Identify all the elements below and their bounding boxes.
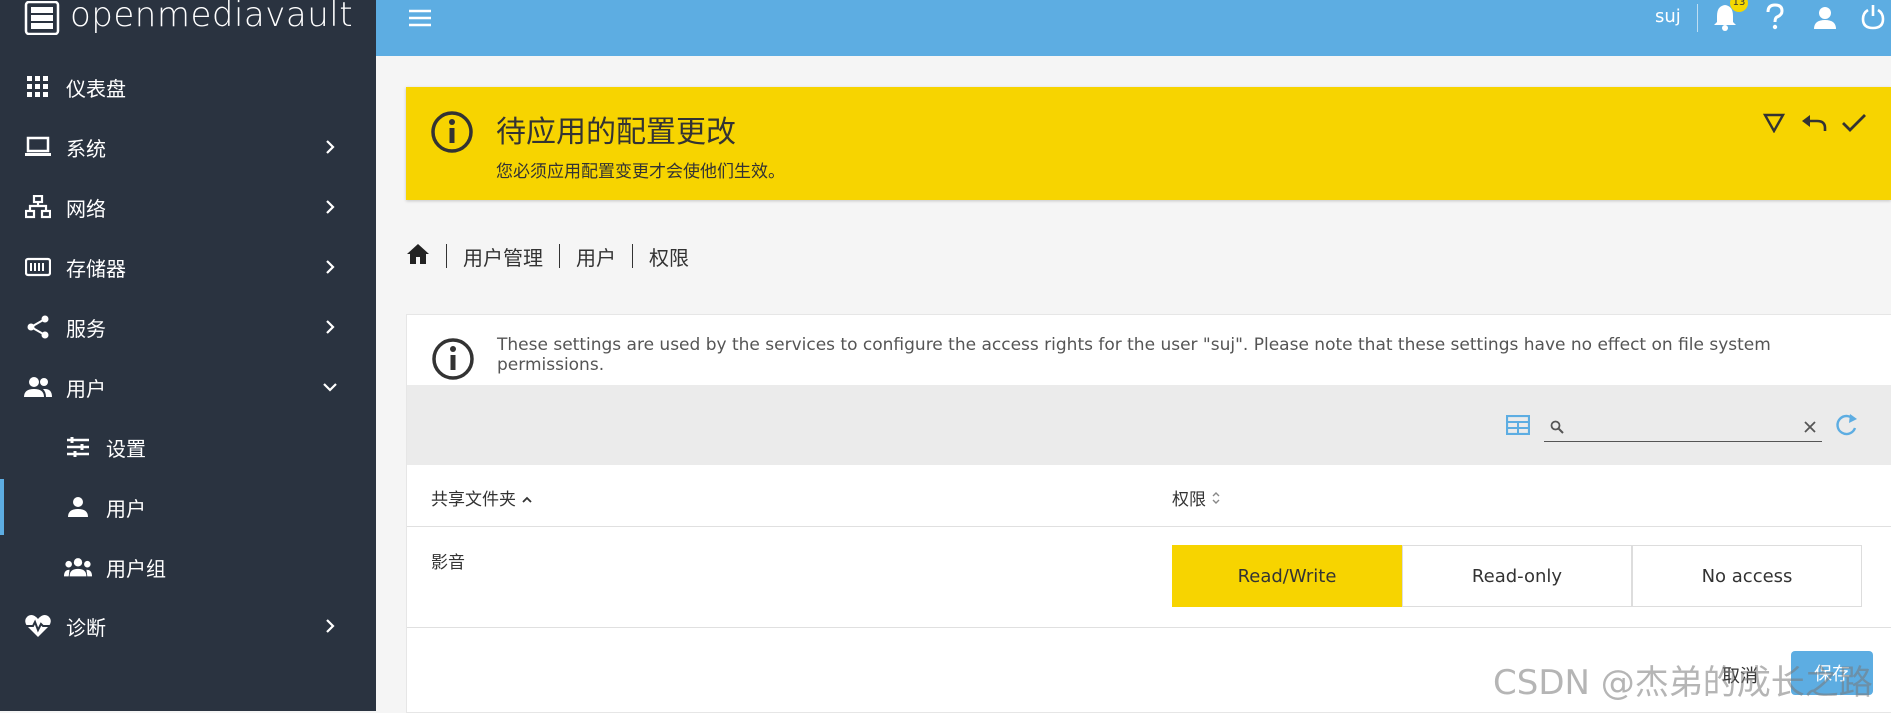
watermark: CSDN @杰弟的成长之路 [1493,663,1873,703]
chevron-down-icon [322,379,338,395]
user-icon [64,493,92,521]
permission-no-access[interactable]: No access [1632,545,1862,607]
divider [407,526,1891,527]
sidebar-item-label: 网络 [66,196,106,221]
tune-icon [64,433,92,461]
sidebar-item-label: 诊断 [66,615,106,640]
breadcrumb-separator [446,244,447,268]
sort-icon [1211,490,1221,510]
divider [407,627,1891,628]
server-icon [24,1,60,35]
dashboard-icon [24,73,52,101]
pending-changes-banner: 待应用的配置更改 您必须应用配置变更才会使他们生效。 [406,87,1891,200]
heartbeat-icon [24,612,52,640]
sidebar-item-storage[interactable]: 存储器 [0,239,376,295]
folder-name: 影音 [431,553,465,573]
sidebar-item-label: 用户 [106,496,146,521]
logo-text: openmediavault [70,0,354,35]
sidebar-item-label: 存储器 [66,256,126,281]
menu-icon[interactable] [406,4,434,32]
sidebar-item-system[interactable]: 系统 [0,119,376,175]
group-icon [64,553,92,581]
sidebar-item-label: 服务 [66,316,106,341]
sidebar-item-label: 设置 [106,436,146,461]
chevron-right-icon [322,319,338,335]
column-header-label: 共享文件夹 [431,490,516,510]
sidebar-item-services[interactable]: 服务 [0,299,376,355]
refresh-icon[interactable] [1833,413,1859,441]
users-icon [24,373,52,401]
breadcrumb-separator [632,244,633,268]
table-view-icon[interactable] [1505,414,1531,439]
sidebar-item-label: 系统 [66,136,106,161]
banner-title: 待应用的配置更改 [496,115,736,150]
breadcrumb-separator [559,244,560,268]
sidebar-item-dashboard[interactable]: 仪表盘 [0,59,376,115]
sidebar-item-label: 仪表盘 [66,76,126,101]
sidebar-item-label: 用户 [66,376,106,401]
undo-icon[interactable] [1800,109,1828,137]
sidebar-item-diagnostics[interactable]: 诊断 [0,598,376,654]
permission-read-write[interactable]: Read/Write [1172,545,1402,607]
share-icon [24,313,52,341]
sidebar: openmediavault 仪表盘 系统 网络 存储器 服务 用户 设置 用户… [0,0,376,711]
sidebar-item-settings[interactable]: 设置 [0,419,376,475]
chevron-right-icon [322,618,338,634]
breadcrumb: 用户管理 用户 权限 [406,241,689,271]
breadcrumb-item[interactable]: 用户管理 [463,242,543,271]
sidebar-item-groups[interactable]: 用户组 [0,539,376,595]
table-toolbar [407,385,1891,465]
permissions-card: These settings are used by the services … [406,314,1891,713]
sort-asc-icon [521,490,533,510]
info-icon [431,337,475,385]
breadcrumb-item[interactable]: 用户 [576,242,616,271]
column-header-shared-folder[interactable]: 共享文件夹 [431,485,533,510]
permission-read-only[interactable]: Read-only [1402,545,1632,607]
chevron-right-icon [322,259,338,275]
info-icon [430,110,474,158]
search-input[interactable] [1544,419,1822,442]
network-icon [24,193,52,221]
chevron-right-icon [322,199,338,215]
storage-icon [24,253,52,281]
sidebar-item-user[interactable]: 用户 [0,479,380,535]
clear-icon[interactable] [1804,418,1816,437]
column-header-permission[interactable]: 权限 [1172,485,1221,510]
chevron-right-icon [322,139,338,155]
username[interactable]: suj [1655,6,1681,27]
logo[interactable]: openmediavault [24,0,353,36]
filter-icon[interactable] [1760,109,1788,137]
sidebar-item-users[interactable]: 用户 [0,359,376,415]
sidebar-item-label: 用户组 [106,556,166,581]
laptop-icon [24,133,52,161]
breadcrumb-item: 权限 [649,245,689,270]
sidebar-item-network[interactable]: 网络 [0,179,376,235]
topbar-divider [1697,4,1698,32]
banner-text: 您必须应用配置变更才会使他们生效。 [496,162,785,182]
search-icon [1550,419,1564,438]
info-text: These settings are used by the services … [497,335,1771,375]
account-icon[interactable] [1811,4,1839,32]
column-header-label: 权限 [1172,490,1206,510]
home-icon[interactable] [406,243,430,270]
power-icon[interactable] [1859,3,1887,31]
check-icon[interactable] [1840,109,1868,137]
help-icon[interactable] [1761,3,1789,31]
